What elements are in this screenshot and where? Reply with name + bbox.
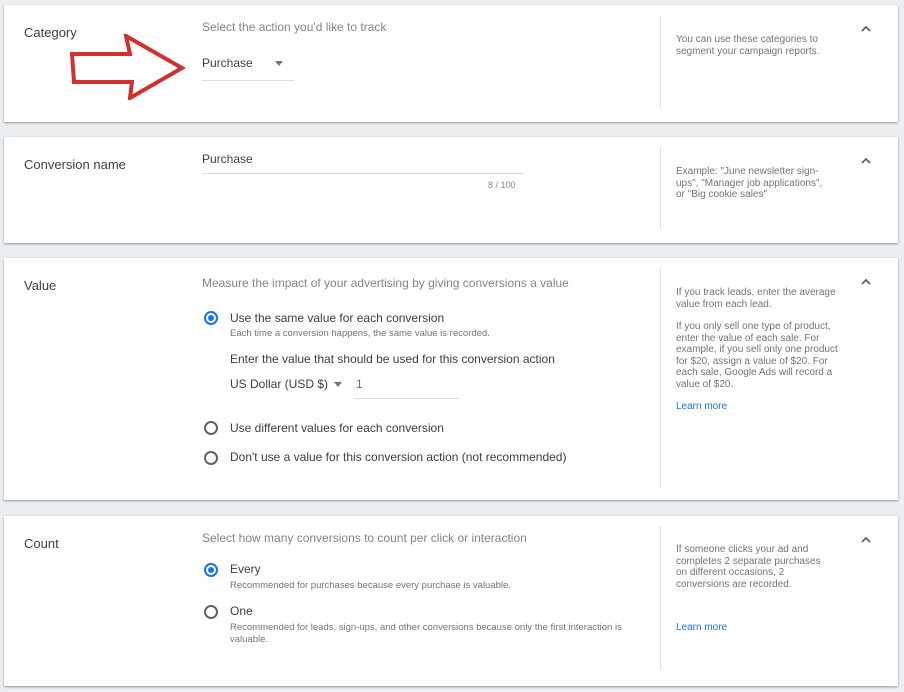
category-collapse-button[interactable] xyxy=(858,21,874,37)
value-divider xyxy=(660,268,661,488)
conversion-name-divider xyxy=(660,147,661,229)
caret-down-icon xyxy=(334,381,343,387)
count-section: Count Select how many conversions to cou… xyxy=(4,516,898,686)
value-learn-more-link[interactable]: Learn more xyxy=(676,401,727,413)
value-help-leads: If you track leads, enter the average va… xyxy=(676,287,836,310)
category-divider xyxy=(660,15,661,108)
conversion-name-collapse-button[interactable] xyxy=(858,153,874,169)
caret-down-icon xyxy=(274,60,283,66)
count-divider xyxy=(660,526,661,670)
option-one-sub: Recommended for leads, sign-ups, and oth… xyxy=(230,622,622,645)
option-every-sub: Recommended for purchases because every … xyxy=(230,580,511,591)
count-title: Count xyxy=(24,536,59,551)
conversion-name-section: Conversion name Purchase 8 / 100 Example… xyxy=(4,137,898,243)
conversion-name-title: Conversion name xyxy=(24,157,126,172)
option-different-values-label: Use different values for each conversion xyxy=(230,421,444,435)
red-arrow-icon xyxy=(69,34,186,100)
radio-different-values[interactable] xyxy=(204,421,218,435)
radio-same-value[interactable] xyxy=(204,311,218,325)
category-selected-value: Purchase xyxy=(202,56,253,70)
count-help: If someone clicks your ad and completes … xyxy=(676,544,834,633)
chevron-up-icon xyxy=(861,536,871,543)
value-hint: Measure the impact of your advertising b… xyxy=(202,276,569,290)
value-help: If you track leads, enter the average va… xyxy=(676,287,838,412)
conversion-name-input[interactable]: Purchase xyxy=(202,152,524,172)
enter-value-label: Enter the value that should be used for … xyxy=(230,352,555,366)
category-select[interactable]: Purchase xyxy=(202,56,283,70)
count-learn-more-link[interactable]: Learn more xyxy=(676,622,727,634)
count-hint: Select how many conversions to count per… xyxy=(202,531,527,545)
category-help: You can use these categories to segment … xyxy=(676,34,820,57)
count-collapse-button[interactable] xyxy=(858,532,874,548)
radio-one[interactable] xyxy=(204,605,218,619)
chevron-up-icon xyxy=(861,25,871,32)
option-same-value-sub: Each time a conversion happens, the same… xyxy=(230,328,490,339)
chevron-up-icon xyxy=(861,278,871,285)
option-every-label: Every xyxy=(230,562,261,576)
conversion-name-counter: 8 / 100 xyxy=(488,180,516,190)
category-select-underline xyxy=(202,80,294,81)
count-help-text: If someone clicks your ad and completes … xyxy=(676,544,821,590)
option-no-value-label: Don't use a value for this conversion ac… xyxy=(230,450,567,464)
conversion-name-underline xyxy=(202,173,524,174)
radio-no-value[interactable] xyxy=(204,451,218,465)
value-collapse-button[interactable] xyxy=(858,274,874,290)
radio-every[interactable] xyxy=(204,563,218,577)
currency-value: US Dollar (USD $) xyxy=(230,377,329,391)
category-hint: Select the action you'd like to track xyxy=(202,20,387,34)
value-section: Value Measure the impact of your adverti… xyxy=(4,258,898,500)
chevron-up-icon xyxy=(861,157,871,164)
conversion-name-help: Example: "June newsletter sign-ups", "Ma… xyxy=(676,166,823,200)
value-amount-input[interactable]: 1 xyxy=(356,377,460,395)
currency-select[interactable]: US Dollar (USD $) xyxy=(230,377,343,391)
option-same-value-label: Use the same value for each conversion xyxy=(230,311,445,325)
option-one-label: One xyxy=(230,604,253,618)
value-amount-underline xyxy=(354,398,460,399)
value-help-sell: If you only sell one type of product, en… xyxy=(676,321,838,390)
value-title: Value xyxy=(24,278,57,293)
